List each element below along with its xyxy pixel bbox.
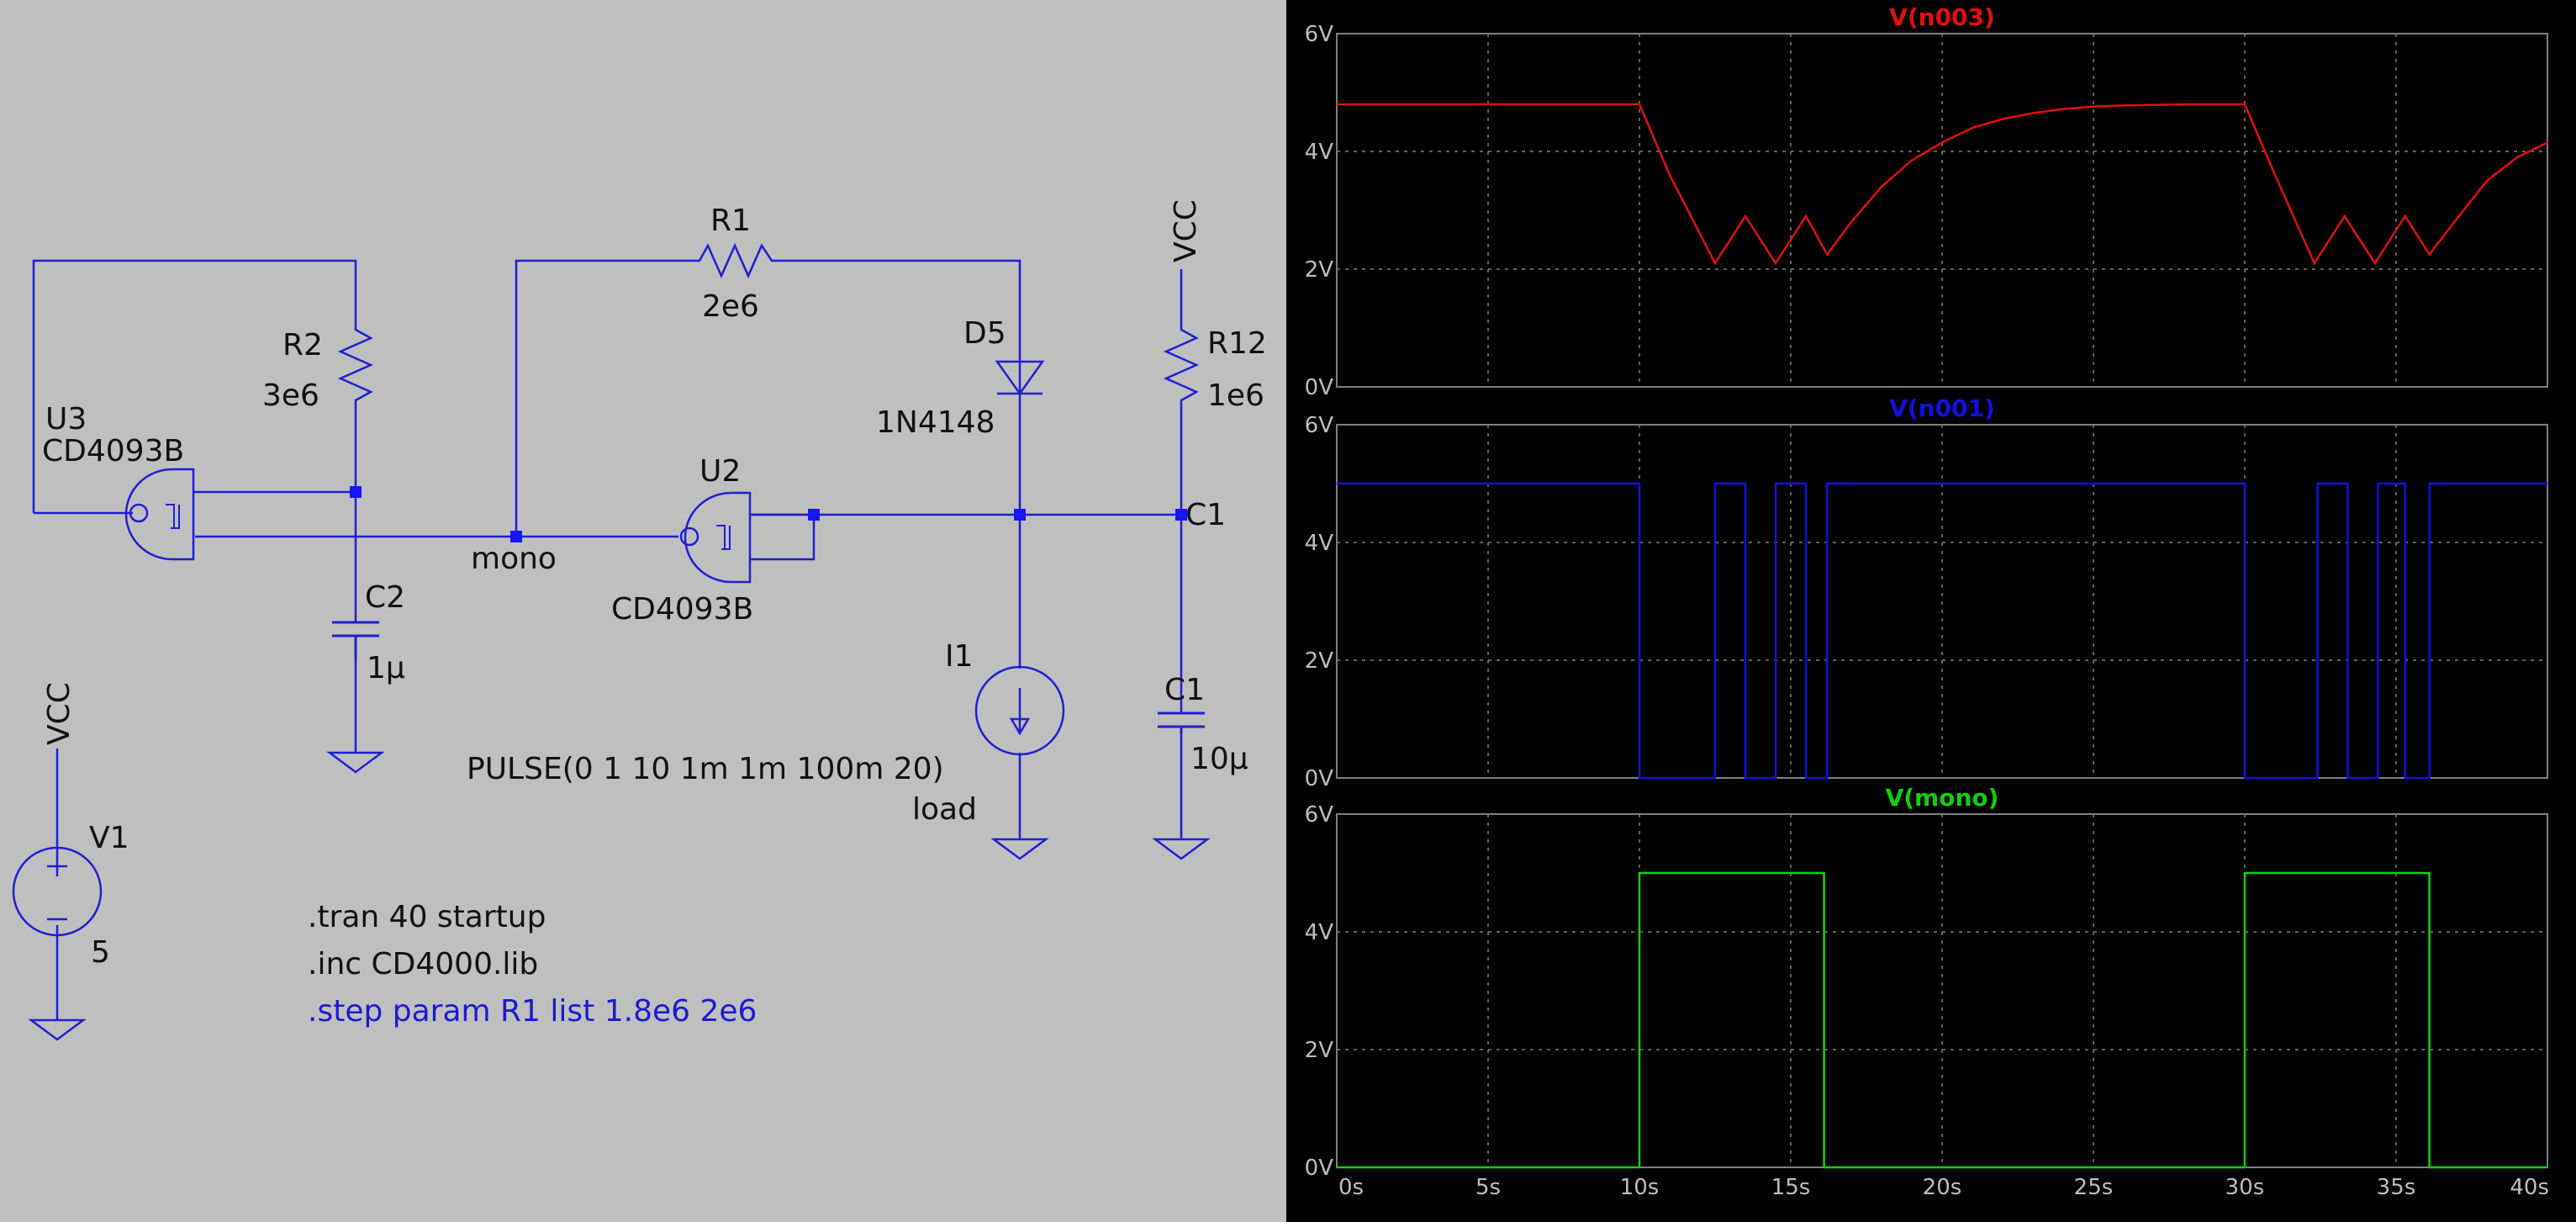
- y-tick-label: 2V: [1305, 648, 1334, 674]
- vcc-v1-label[interactable]: VCC: [42, 682, 77, 745]
- x-tick-label: 10s: [1620, 1175, 1660, 1200]
- x-tick-label: 35s: [2377, 1175, 2416, 1200]
- waveform-viewer[interactable]: V(n003) 0V 2V 4V 6V V(n001) 0V 2V 4V 6V V(mono) 0V 2…: [1286, 0, 2576, 1222]
- junction-dot: [350, 486, 362, 498]
- u2-model-label[interactable]: CD4093B: [611, 592, 753, 627]
- x-tick-label: 5s: [1475, 1175, 1501, 1200]
- x-tick-label: 30s: [2225, 1175, 2265, 1200]
- c1-net-label[interactable]: C1: [1185, 498, 1226, 532]
- y-tick-label: 0V: [1305, 1156, 1334, 1181]
- c1-ref-label[interactable]: C1: [1164, 673, 1205, 707]
- c1-value-label[interactable]: 10µ: [1190, 742, 1248, 776]
- x-tick-label: 15s: [1771, 1175, 1811, 1200]
- y-tick-label: 4V: [1305, 920, 1334, 945]
- junction-dot: [808, 509, 820, 521]
- directive-inc[interactable]: .inc CD4000.lib: [308, 947, 538, 981]
- y-tick-label: 6V: [1305, 22, 1334, 47]
- y-tick-label: 6V: [1305, 413, 1334, 438]
- trace-title[interactable]: V(n003): [1889, 3, 1995, 31]
- y-tick-label: 4V: [1305, 531, 1334, 556]
- c2-ref-label[interactable]: C2: [365, 580, 405, 615]
- u2-ref-label[interactable]: U2: [699, 454, 741, 489]
- directive-step[interactable]: .step param R1 list 1.8e6 2e6: [308, 994, 757, 1029]
- u3-model-label[interactable]: CD4093B: [42, 434, 184, 468]
- plot-pane[interactable]: V(n001) 0V 2V 4V 6V: [1305, 394, 2548, 791]
- x-tick-label: 25s: [2074, 1175, 2114, 1200]
- y-tick-label: 2V: [1305, 257, 1334, 283]
- v1-ref-label[interactable]: V1: [89, 821, 129, 855]
- u3-ref-label[interactable]: U3: [45, 402, 87, 436]
- x-tick-label: 0s: [1338, 1175, 1364, 1200]
- r1-ref-label[interactable]: R1: [710, 204, 751, 238]
- r12-value-label[interactable]: 1e6: [1207, 378, 1264, 413]
- c2-value-label[interactable]: 1µ: [367, 651, 405, 685]
- trace-title[interactable]: V(n001): [1889, 394, 1995, 422]
- y-tick-label: 0V: [1305, 375, 1334, 400]
- y-tick-label: 2V: [1305, 1038, 1334, 1063]
- i1-value-label[interactable]: PULSE(0 1 10 1m 1m 100m 20): [467, 752, 944, 786]
- d5-ref-label[interactable]: D5: [963, 316, 1006, 351]
- schematic-editor[interactable]: U3 CD4093B R2 3e6 R1 2e6 D5 1N4148 U2 CD…: [0, 0, 1286, 1222]
- junction-dot: [510, 531, 522, 542]
- y-tick-label: 4V: [1305, 140, 1334, 165]
- d5-value-label[interactable]: 1N4148: [876, 405, 995, 440]
- plot-pane[interactable]: V(n003) 0V 2V 4V 6V: [1305, 3, 2548, 400]
- i1-load-label[interactable]: load: [912, 792, 977, 827]
- trace-title[interactable]: V(mono): [1886, 784, 1999, 812]
- r2-value-label[interactable]: 3e6: [262, 378, 319, 413]
- v1-value-label[interactable]: 5: [91, 935, 110, 970]
- r12-ref-label[interactable]: R12: [1207, 326, 1267, 361]
- y-tick-label: 6V: [1305, 802, 1334, 828]
- vcc-top-label[interactable]: VCC: [1169, 199, 1203, 262]
- r1-value-label[interactable]: 2e6: [702, 289, 759, 324]
- x-tick-label: 20s: [1923, 1175, 1962, 1200]
- y-tick-label: 0V: [1305, 766, 1334, 791]
- junction-dot: [1014, 509, 1026, 521]
- ltspice-window: U3 CD4093B R2 3e6 R1 2e6 D5 1N4148 U2 CD…: [0, 0, 2576, 1222]
- r2-ref-label[interactable]: R2: [282, 328, 323, 362]
- x-tick-label: 40s: [2510, 1175, 2549, 1200]
- directive-tran[interactable]: .tran 40 startup: [308, 900, 546, 934]
- i1-ref-label[interactable]: I1: [945, 639, 974, 674]
- plot-pane[interactable]: V(mono) 0V 2V 4V 6V 0s 5s 10s 15s 20s 25s 30s 35s 40s: [1305, 784, 2549, 1200]
- mono-net-label[interactable]: mono: [471, 542, 557, 576]
